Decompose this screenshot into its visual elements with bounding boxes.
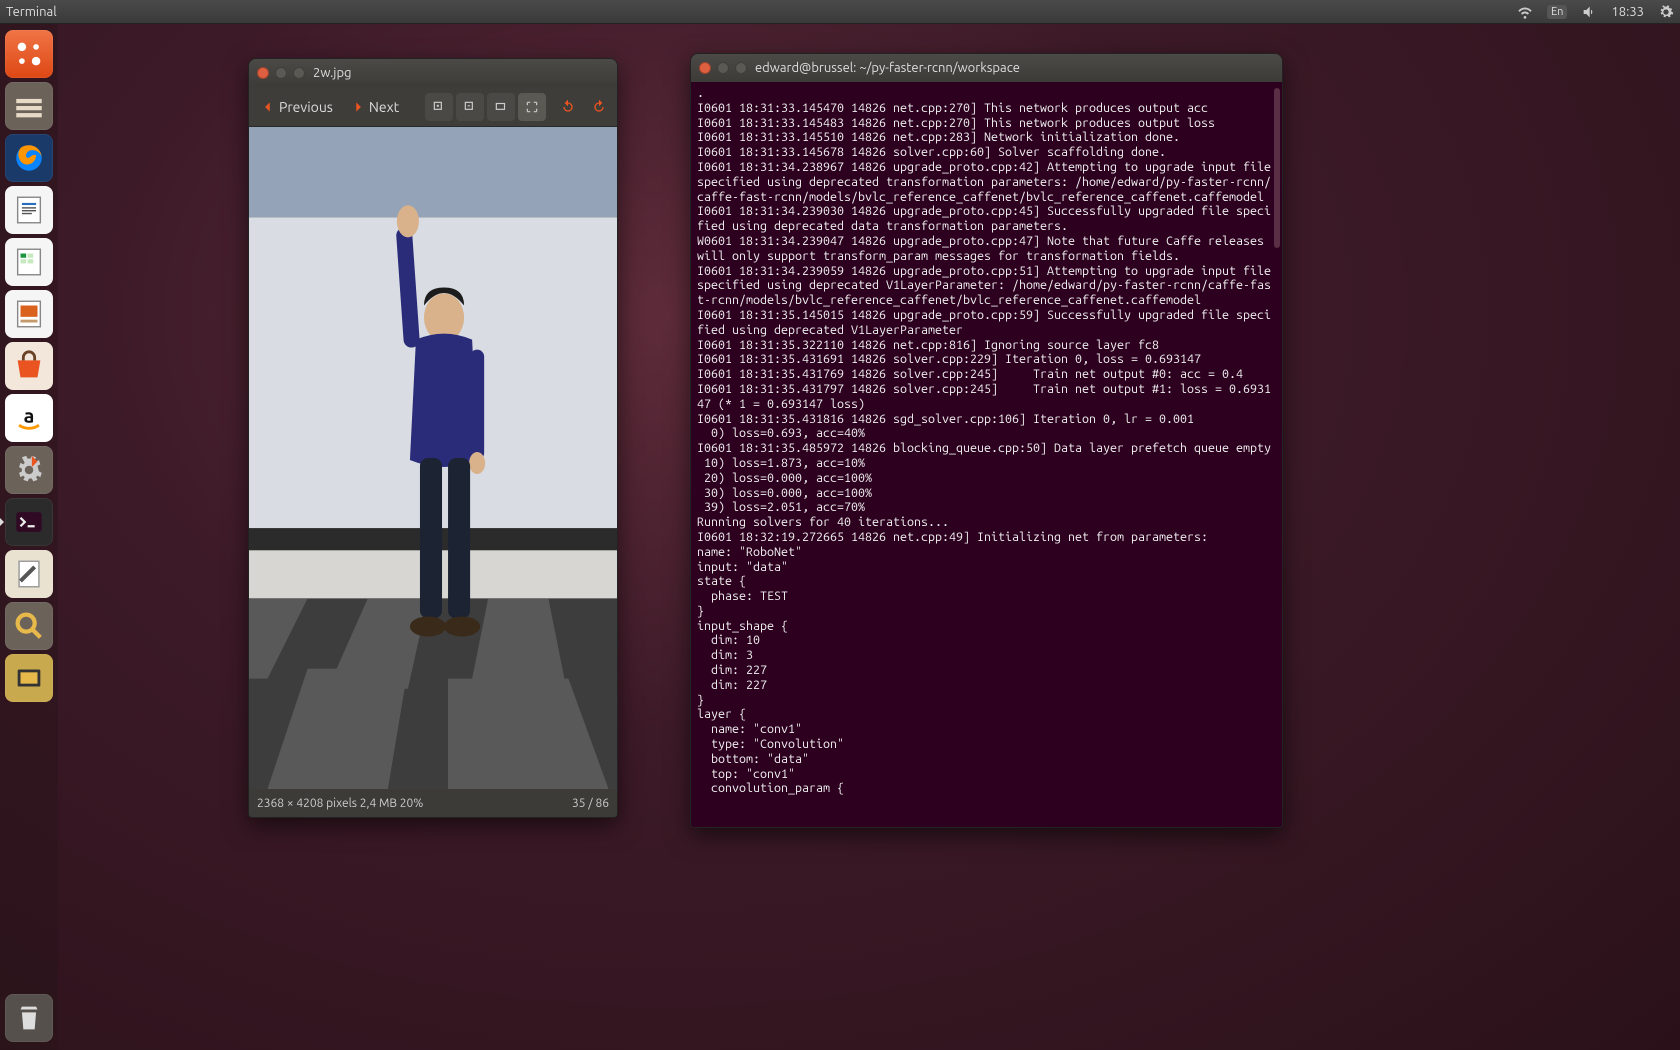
terminal-line: } xyxy=(697,604,1276,619)
terminal-line: Running solvers for 40 iterations... xyxy=(697,515,1276,530)
terminal-launcher-icon[interactable] xyxy=(5,498,53,546)
terminal-line: input: "data" xyxy=(697,560,1276,575)
minimize-button[interactable] xyxy=(275,67,287,79)
terminal-line: I0601 18:31:34.239059 14826 upgrade_prot… xyxy=(697,264,1276,308)
clock[interactable]: 18:33 xyxy=(1611,5,1644,19)
terminal-line: dim: 227 xyxy=(697,663,1276,678)
zoom-out-button[interactable] xyxy=(456,93,484,121)
terminal-line: dim: 3 xyxy=(697,648,1276,663)
minimize-button[interactable] xyxy=(717,62,729,74)
terminal-line: 30) loss=0.000, acc=100% xyxy=(697,486,1276,501)
terminal-line: I0601 18:31:35.485972 14826 blocking_que… xyxy=(697,441,1276,456)
terminal-line: layer { xyxy=(697,707,1276,722)
unity-launcher: a xyxy=(0,24,58,1050)
trash-icon[interactable] xyxy=(5,994,53,1042)
terminal-line: I0601 18:31:35.431691 14826 solver.cpp:2… xyxy=(697,352,1276,367)
terminal-line: I0601 18:31:34.239030 14826 upgrade_prot… xyxy=(697,204,1276,234)
terminal-line: 20) loss=0.000, acc=100% xyxy=(697,471,1276,486)
maximize-button[interactable] xyxy=(293,67,305,79)
zoom-in-button[interactable] xyxy=(425,93,453,121)
terminal-line: 10) loss=1.873, acc=10% xyxy=(697,456,1276,471)
dash-icon[interactable] xyxy=(5,30,53,78)
image-viewer-titlebar[interactable]: 2w.jpg xyxy=(249,59,617,87)
close-button[interactable] xyxy=(257,67,269,79)
terminal-line: I0601 18:31:33.145510 14826 net.cpp:283]… xyxy=(697,130,1276,145)
image-info: 2368 × 4208 pixels 2,4 MB 20% xyxy=(257,797,423,810)
previous-label: Previous xyxy=(279,99,333,115)
image-index: 35 / 86 xyxy=(572,797,609,810)
wifi-icon[interactable] xyxy=(1517,4,1533,20)
terminal-line: phase: TEST xyxy=(697,589,1276,604)
terminal-line: I0601 18:31:35.145015 14826 upgrade_prot… xyxy=(697,308,1276,338)
terminal-line: W0601 18:31:34.239047 14826 upgrade_prot… xyxy=(697,234,1276,264)
terminal-line: I0601 18:32:19.272665 14826 net.cpp:49] … xyxy=(697,530,1276,545)
terminal-line: I0601 18:31:34.238967 14826 upgrade_prot… xyxy=(697,160,1276,204)
image-canvas[interactable] xyxy=(249,127,617,789)
settings-icon[interactable] xyxy=(5,446,53,494)
terminal-line: I0601 18:31:33.145470 14826 net.cpp:270]… xyxy=(697,101,1276,116)
image-viewer-title: 2w.jpg xyxy=(313,66,352,80)
top-menubar: Terminal En 18:33 xyxy=(0,0,1680,24)
rotate-right-button[interactable] xyxy=(585,93,613,121)
terminal-line: state { xyxy=(697,574,1276,589)
terminal-line: . xyxy=(697,86,1276,101)
terminal-line: name: "RoboNet" xyxy=(697,545,1276,560)
image-viewer-window: 2w.jpg Previous Next xyxy=(248,58,618,818)
image-viewer-launcher-icon[interactable] xyxy=(5,602,53,650)
firefox-icon[interactable] xyxy=(5,134,53,182)
text-editor-icon[interactable] xyxy=(5,550,53,598)
terminal-line: input_shape { xyxy=(697,619,1276,634)
terminal-window: edward@brussel: ~/py-faster-rcnn/workspa… xyxy=(690,53,1283,828)
lang-indicator[interactable]: En xyxy=(1547,5,1567,19)
disks-icon[interactable] xyxy=(5,654,53,702)
calc-icon[interactable] xyxy=(5,238,53,286)
terminal-line: I0601 18:31:35.431769 14826 solver.cpp:2… xyxy=(697,367,1276,382)
terminal-line: dim: 10 xyxy=(697,633,1276,648)
image-viewer-toolbar: Previous Next xyxy=(249,87,617,127)
terminal-line: 39) loss=2.051, acc=70% xyxy=(697,500,1276,515)
previous-button[interactable]: Previous xyxy=(253,95,341,119)
image-viewer-statusbar: 2368 × 4208 pixels 2,4 MB 20% 35 / 86 xyxy=(249,789,617,817)
terminal-titlebar[interactable]: edward@brussel: ~/py-faster-rcnn/workspa… xyxy=(691,54,1282,82)
close-button[interactable] xyxy=(699,62,711,74)
terminal-line: name: "conv1" xyxy=(697,722,1276,737)
amazon-icon[interactable]: a xyxy=(5,394,53,442)
terminal-line: } xyxy=(697,693,1276,708)
terminal-line: type: "Convolution" xyxy=(697,737,1276,752)
terminal-line: I0601 18:31:35.431797 14826 solver.cpp:2… xyxy=(697,382,1276,412)
zoom-fit-button[interactable] xyxy=(518,93,546,121)
files-icon[interactable] xyxy=(5,82,53,130)
svg-text:a: a xyxy=(24,404,35,426)
terminal-line: bottom: "data" xyxy=(697,752,1276,767)
impress-icon[interactable] xyxy=(5,290,53,338)
terminal-line: 0) loss=0.693, acc=40% xyxy=(697,426,1276,441)
terminal-line: convolution_param { xyxy=(697,781,1276,796)
gear-icon[interactable] xyxy=(1658,4,1674,20)
terminal-line: I0601 18:31:35.431816 14826 sgd_solver.c… xyxy=(697,412,1276,427)
active-app-label: Terminal xyxy=(6,5,57,19)
terminal-line: I0601 18:31:33.145678 14826 solver.cpp:6… xyxy=(697,145,1276,160)
writer-icon[interactable] xyxy=(5,186,53,234)
volume-icon[interactable] xyxy=(1581,4,1597,20)
terminal-line: dim: 227 xyxy=(697,678,1276,693)
terminal-line: top: "conv1" xyxy=(697,767,1276,782)
next-label: Next xyxy=(369,99,399,115)
terminal-line: I0601 18:31:33.145483 14826 net.cpp:270]… xyxy=(697,116,1276,131)
maximize-button[interactable] xyxy=(735,62,747,74)
next-button[interactable]: Next xyxy=(343,95,407,119)
terminal-body[interactable]: .I0601 18:31:33.145470 14826 net.cpp:270… xyxy=(691,82,1282,827)
zoom-100-button[interactable] xyxy=(487,93,515,121)
terminal-scrollbar[interactable] xyxy=(1274,88,1280,248)
terminal-title: edward@brussel: ~/py-faster-rcnn/workspa… xyxy=(755,61,1020,75)
rotate-left-button[interactable] xyxy=(554,93,582,121)
terminal-line: I0601 18:31:35.322110 14826 net.cpp:816]… xyxy=(697,338,1276,353)
software-center-icon[interactable] xyxy=(5,342,53,390)
